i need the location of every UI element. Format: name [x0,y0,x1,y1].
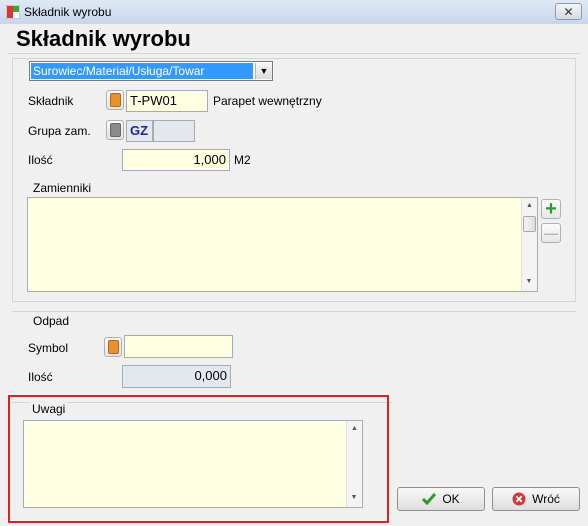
document-icon [107,340,119,354]
close-icon: ✕ [563,4,574,19]
skladnik-name: Parapet wewnętrzny [213,94,322,108]
cancel-button[interactable]: Wróć [492,487,580,511]
zamienniki-label: Zamienniki [33,181,92,195]
ilosc-label: Ilość [28,153,53,167]
page-title: Składnik wyrobu [16,26,191,51]
window-title: Składnik wyrobu [24,5,112,19]
scroll-up-icon[interactable]: ▲ [522,202,537,209]
ilosc-unit: M2 [234,153,251,167]
app-icon [6,5,20,19]
scroll-down-icon[interactable]: ▼ [522,278,536,285]
add-replacement-button[interactable]: + [541,199,561,219]
odpad-label: Odpad [31,314,72,328]
document-icon [109,93,121,107]
plus-icon: + [545,198,557,220]
odpad-symbol-picker-button[interactable] [104,337,122,357]
type-select[interactable]: Surowiec/Materiał/Usługa/Towar ▼ [29,61,273,81]
ok-label: OK [442,492,460,506]
scroll-down-icon[interactable]: ▼ [347,494,361,501]
zamienniki-list[interactable]: ▲ ▼ [27,197,538,292]
cancel-icon [512,492,526,506]
cancel-label: Wróć [532,492,560,506]
chevron-down-icon[interactable]: ▼ [255,63,272,79]
ilosc-field[interactable]: 1,000 [122,149,230,171]
odpad-symbol-label: Symbol [28,341,69,355]
uwagi-label: Uwagi [30,402,68,416]
skladnik-label: Składnik [28,94,74,108]
document-icon [109,123,121,137]
odpad-ilosc-label: Ilość [28,370,53,384]
checkmark-icon [422,493,437,505]
scroll-thumb[interactable] [523,216,536,232]
skladnik-code-field[interactable]: T-PW01 [126,90,208,112]
grupa-picker-button[interactable] [106,120,124,140]
minus-icon: — [544,225,558,241]
grupa-value-field [153,120,195,142]
close-button[interactable]: ✕ [555,3,582,20]
ok-button[interactable]: OK [397,487,485,511]
title-bar: Składnik wyrobu ✕ [0,0,588,25]
grupa-code-field[interactable]: GZ [126,120,153,142]
odpad-ilosc-field: 0,000 [122,365,231,388]
skladnik-picker-button[interactable] [106,90,124,110]
uwagi-scrollbar[interactable]: ▲ ▼ [346,421,362,507]
grupa-label: Grupa zam. [28,124,91,138]
scroll-up-icon[interactable]: ▲ [347,425,362,432]
type-select-value: Surowiec/Materiał/Usługa/Towar [31,63,253,79]
odpad-divider [12,311,576,312]
odpad-symbol-field[interactable] [124,335,233,358]
zamienniki-scrollbar[interactable]: ▲ ▼ [521,198,537,291]
uwagi-textarea[interactable]: ▲ ▼ [23,420,363,508]
remove-replacement-button[interactable]: — [541,223,561,243]
title-divider [8,53,580,54]
